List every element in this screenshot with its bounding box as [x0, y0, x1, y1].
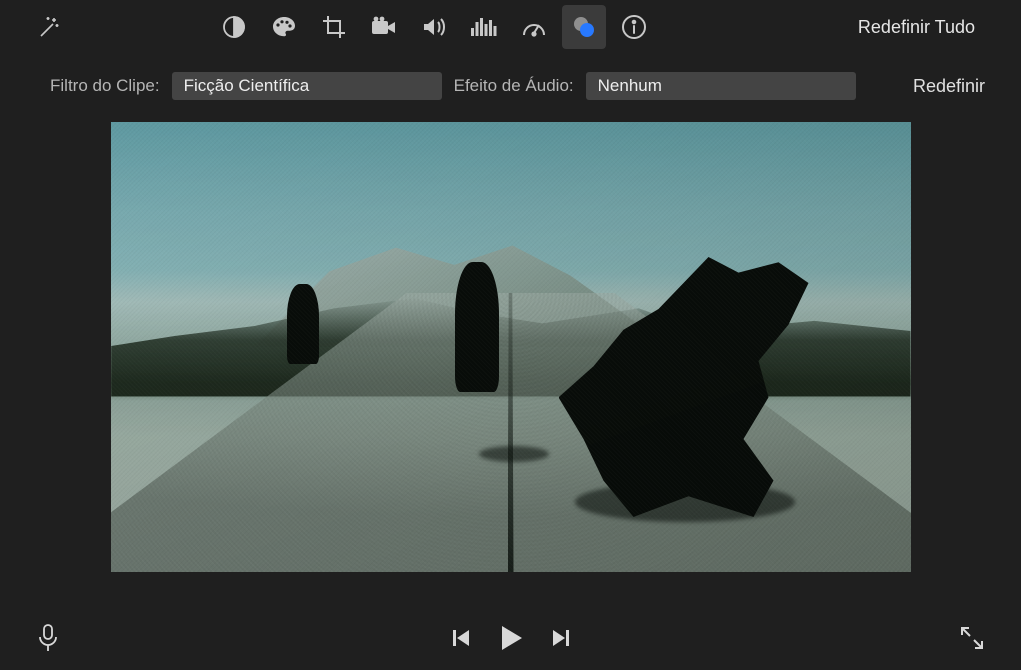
reset-all-button[interactable]: Redefinir Tudo [840, 17, 993, 38]
next-frame-icon[interactable] [550, 627, 572, 649]
color-balance-icon[interactable] [212, 5, 256, 49]
transport-bar [0, 606, 1021, 670]
audio-effect-label: Efeito de Áudio: [454, 76, 574, 96]
inspector-tool-row [212, 5, 656, 49]
equalizer-icon[interactable] [462, 5, 506, 49]
camera-icon[interactable] [362, 5, 406, 49]
inspector-toolbar: Redefinir Tudo [0, 0, 1021, 54]
clip-filter-dropdown[interactable]: Ficção Científica [172, 72, 442, 100]
preview-area [0, 104, 1021, 572]
magic-wand-icon[interactable] [28, 5, 72, 49]
reset-button[interactable]: Redefinir [913, 76, 991, 97]
prev-frame-icon[interactable] [450, 627, 472, 649]
info-icon[interactable] [612, 5, 656, 49]
clip-filter-icon[interactable] [562, 5, 606, 49]
crop-icon[interactable] [312, 5, 356, 49]
fullscreen-icon[interactable] [959, 625, 985, 651]
palette-icon[interactable] [262, 5, 306, 49]
speed-icon[interactable] [512, 5, 556, 49]
filter-row: Filtro do Clipe: Ficção Científica Efeit… [0, 54, 1021, 104]
volume-icon[interactable] [412, 5, 456, 49]
microphone-icon[interactable] [36, 623, 60, 653]
play-icon[interactable] [498, 624, 524, 652]
clip-filter-label: Filtro do Clipe: [50, 76, 160, 96]
video-preview[interactable] [111, 122, 911, 572]
audio-effect-dropdown[interactable]: Nenhum [586, 72, 856, 100]
